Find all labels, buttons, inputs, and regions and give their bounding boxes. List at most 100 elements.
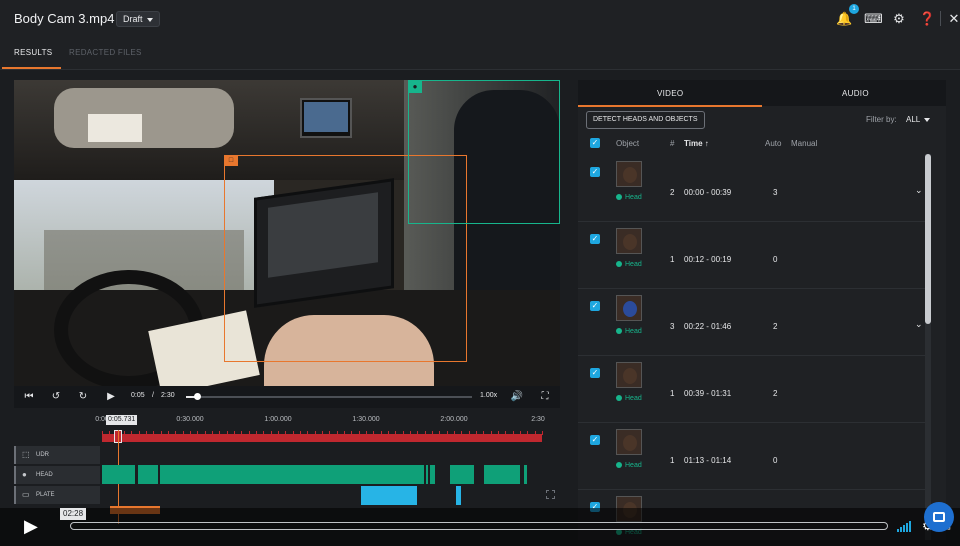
divider: [940, 11, 941, 26]
track-plate[interactable]: ▭ PLATE: [14, 486, 100, 504]
fullscreen-icon[interactable]: ⛶: [538, 390, 552, 404]
object-tag-label: Head: [625, 328, 642, 335]
keyboard-icon[interactable]: ⌨: [864, 11, 883, 27]
head-detection-box[interactable]: [408, 80, 560, 224]
head-segment[interactable]: [484, 465, 520, 484]
ruler-label: 1:00.000: [264, 416, 292, 423]
crop-icon: ⬚: [22, 450, 30, 459]
object-tag-label: Head: [625, 462, 642, 469]
row-count: 1: [670, 389, 675, 398]
seek-bar[interactable]: [186, 393, 472, 400]
row-auto: 3: [773, 188, 778, 197]
result-row[interactable]: ✓ Head 3 00:22 - 01:46 2 ⌄: [578, 289, 928, 356]
head-icon: ●: [408, 80, 422, 93]
head-segment[interactable]: [430, 465, 435, 484]
embed-seek-bar[interactable]: [70, 522, 888, 530]
row-auto: 2: [773, 322, 778, 331]
column-time-label: Time: [684, 139, 703, 148]
volume-icon[interactable]: 🔊: [510, 390, 524, 404]
head-segment[interactable]: [524, 465, 527, 484]
tab-results[interactable]: RESULTS: [14, 48, 52, 57]
head-icon: [616, 328, 622, 335]
tab-redacted-files[interactable]: REDACTED FILES: [69, 48, 142, 57]
embed-player-bar: ▶ 02:28 ⚙ ⛶: [0, 508, 960, 546]
visor-sticker: [88, 114, 142, 142]
ruler-label: 0:30.000: [176, 416, 204, 423]
filter-dropdown[interactable]: ALL: [906, 115, 920, 124]
track-head[interactable]: ● HEAD: [14, 466, 100, 484]
result-row[interactable]: ✓ Head 1 00:39 - 01:31 2: [578, 356, 928, 423]
help-icon[interactable]: ❓: [919, 11, 935, 27]
face-thumbnail[interactable]: [616, 161, 642, 187]
result-row[interactable]: ✓ Head 2 00:00 - 00:39 3 ⌄: [578, 155, 928, 222]
laptop-icon: □: [224, 155, 238, 166]
head-icon: [616, 194, 622, 201]
track-label: UDR: [36, 452, 49, 458]
row-checkbox[interactable]: ✓: [590, 234, 600, 244]
face-thumbnail[interactable]: [616, 228, 642, 254]
column-time[interactable]: Time ↑: [684, 139, 709, 148]
plate-segment[interactable]: [456, 486, 461, 505]
tab-video[interactable]: VIDEO: [657, 89, 683, 98]
embed-time-label: 02:28: [60, 508, 87, 520]
result-row[interactable]: ✓ Head 1 00:12 - 00:19 0: [578, 222, 928, 289]
play-icon[interactable]: ▶: [24, 514, 46, 538]
column-number: #: [670, 139, 675, 148]
tab-audio[interactable]: AUDIO: [842, 89, 869, 98]
face-thumbnail[interactable]: [616, 429, 642, 455]
select-all-checkbox[interactable]: ✓: [590, 138, 600, 148]
filter-label: Filter by:: [866, 115, 897, 124]
track-udr[interactable]: ⬚ UDR: [14, 446, 100, 464]
row-count: 3: [670, 322, 675, 331]
expand-timeline-icon[interactable]: [546, 490, 555, 499]
seek-handle[interactable]: [194, 393, 202, 400]
chat-icon[interactable]: [924, 502, 954, 532]
head-segment[interactable]: [102, 465, 135, 484]
active-tab-indicator: [578, 105, 762, 107]
top-bar: Body Cam 3.mp4 Draft 🔔 1 ⌨ ⚙ ❓ ✕: [0, 0, 960, 38]
row-count: 1: [670, 255, 675, 264]
forward-icon[interactable]: ↻: [76, 390, 90, 404]
volume-icon[interactable]: [897, 520, 915, 532]
row-time: 00:12 - 00:19: [684, 255, 732, 264]
redaction-range-bar[interactable]: [102, 434, 542, 442]
notification-badge: 1: [849, 4, 859, 14]
gear-icon[interactable]: ⚙: [891, 11, 907, 27]
dash-device-screen: [304, 102, 348, 132]
face: [623, 234, 637, 250]
rewind-icon[interactable]: ↺: [49, 390, 63, 404]
close-icon[interactable]: ✕: [946, 11, 960, 27]
chevron-down-icon: [924, 118, 930, 122]
scroll-thumb[interactable]: [925, 154, 931, 324]
play-icon[interactable]: ▶: [104, 390, 118, 404]
playback-rate[interactable]: 1.00x: [480, 392, 497, 399]
row-time: 00:39 - 01:31: [684, 389, 732, 398]
result-row[interactable]: ✓ Head 1 01:13 - 01:14 0: [578, 423, 928, 490]
track-label: HEAD: [36, 472, 53, 478]
row-checkbox[interactable]: ✓: [590, 301, 600, 311]
object-tag: Head: [616, 261, 642, 268]
chevron-down-icon[interactable]: ⌄: [915, 319, 923, 330]
results-scrollbar[interactable]: [925, 154, 931, 540]
face-thumbnail[interactable]: [616, 362, 642, 388]
timeline[interactable]: 0:00 0:30.000 1:00.000 1:30.000 2:00.000…: [14, 410, 560, 524]
head-segment[interactable]: [138, 465, 158, 484]
row-checkbox[interactable]: ✓: [590, 435, 600, 445]
head-segment[interactable]: [426, 465, 428, 484]
object-tag: Head: [616, 395, 642, 402]
skip-back-icon[interactable]: ⏮: [22, 390, 36, 404]
bell-icon[interactable]: 🔔: [836, 11, 852, 27]
detect-heads-objects-button[interactable]: DETECT HEADS AND OBJECTS: [586, 111, 705, 129]
object-tag-label: Head: [625, 194, 642, 201]
plate-segment[interactable]: [361, 486, 417, 505]
head-segment[interactable]: [450, 465, 474, 484]
status-dropdown[interactable]: Draft: [116, 11, 160, 27]
video-frame[interactable]: □ ●: [14, 80, 560, 386]
row-checkbox[interactable]: ✓: [590, 368, 600, 378]
head-segment[interactable]: [160, 465, 424, 484]
chevron-down-icon[interactable]: ⌄: [915, 185, 923, 196]
row-checkbox[interactable]: ✓: [590, 167, 600, 177]
file-title: Body Cam 3.mp4: [14, 11, 115, 26]
face-thumbnail[interactable]: [616, 295, 642, 321]
results-panel: VIDEO AUDIO DETECT HEADS AND OBJECTS Fil…: [578, 80, 946, 540]
